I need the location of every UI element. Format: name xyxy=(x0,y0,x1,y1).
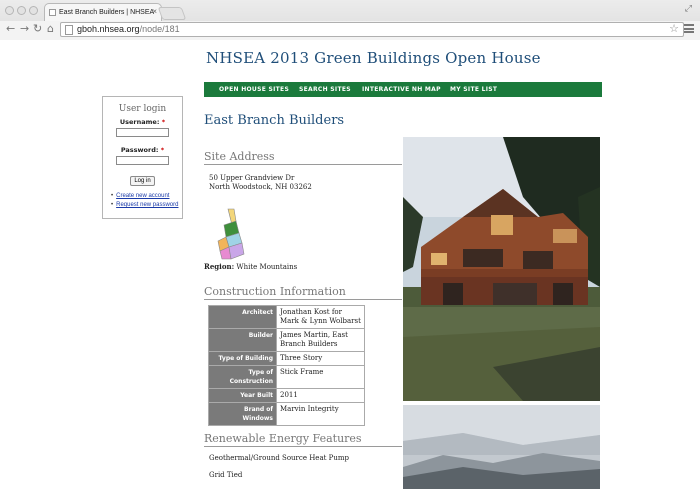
region-line: Region: White Mountains xyxy=(204,262,298,271)
site-title[interactable]: NHSEA 2013 Green Buildings Open House xyxy=(206,49,541,67)
username-input[interactable] xyxy=(116,128,169,137)
browser-menu-icon[interactable] xyxy=(684,24,694,33)
zoom-window-icon[interactable] xyxy=(29,6,38,15)
table-row: Builder James Martin, East Branch Builder… xyxy=(208,328,365,352)
renewable-heading: Renewable Energy Features xyxy=(204,432,402,447)
tab-title: East Branch Builders | NHSEA xyxy=(59,9,155,16)
nh-region-map-icon[interactable] xyxy=(214,207,248,261)
table-row: Type of Construction Stick Frame xyxy=(208,365,365,389)
nav-my-site-list[interactable]: MY SITE LIST xyxy=(450,86,497,93)
password-input[interactable] xyxy=(116,156,169,165)
tab-close-icon[interactable]: × xyxy=(152,7,157,16)
table-row: Brand of Windows Marvin Integrity xyxy=(208,402,365,426)
fullscreen-icon[interactable]: ⤢ xyxy=(685,4,692,14)
nav-interactive-nh-map[interactable]: INTERACTIVE NH MAP xyxy=(362,86,441,93)
login-button[interactable]: Log in xyxy=(130,176,155,186)
url-path: /node/181 xyxy=(139,24,180,34)
construction-table: Architect Jonathan Kost for Mark & Lynn W… xyxy=(208,305,365,426)
table-row: Architect Jonathan Kost for Mark & Lynn W… xyxy=(208,305,365,329)
address-line-2: North Woodstock, NH 03262 xyxy=(209,183,312,191)
table-row: Type of Building Three Story xyxy=(208,351,365,366)
close-window-icon[interactable] xyxy=(5,6,14,15)
page-icon xyxy=(65,25,73,35)
login-title: User login xyxy=(118,104,167,114)
forward-arrow-icon[interactable]: → xyxy=(20,22,29,35)
nav-search-sites[interactable]: SEARCH SITES xyxy=(299,86,351,93)
bookmark-star-icon[interactable]: ☆ xyxy=(669,22,679,35)
region-value: White Mountains xyxy=(236,263,298,271)
url-host: gboh.nhsea.org xyxy=(77,24,140,34)
reload-icon[interactable]: ↻ xyxy=(33,22,42,35)
request-password-link[interactable]: Request new password xyxy=(111,201,182,210)
user-login-block: User login Username: * Password: * Log i… xyxy=(102,96,183,219)
favicon-icon xyxy=(49,9,56,16)
table-row: Year Built 2011 xyxy=(208,388,365,403)
new-tab-button[interactable] xyxy=(157,7,187,20)
browser-toolbar: ← → ↻ ⌂ gboh.nhsea.org/node/181 ☆ xyxy=(0,21,700,40)
home-icon[interactable]: ⌂ xyxy=(47,22,54,35)
construction-heading: Construction Information xyxy=(204,285,402,300)
minimize-window-icon[interactable] xyxy=(17,6,26,15)
renewable-item: Grid Tied xyxy=(209,471,243,479)
renewable-item: Geothermal/Ground Source Heat Pump xyxy=(209,454,349,462)
address-bar[interactable]: gboh.nhsea.org/node/181 ☆ xyxy=(60,22,684,37)
username-label: Username: * xyxy=(119,118,166,126)
main-nav: OPEN HOUSE SITES SEARCH SITES INTERACTIV… xyxy=(204,82,602,97)
browser-chrome: East Branch Builders | NHSEA × ⤢ ← → ↻ ⌂… xyxy=(0,0,700,40)
back-arrow-icon[interactable]: ← xyxy=(6,22,15,35)
landscape-photo[interactable] xyxy=(403,405,600,489)
house-photo[interactable] xyxy=(403,137,600,401)
nav-open-house-sites[interactable]: OPEN HOUSE SITES xyxy=(219,86,289,93)
password-label: Password: * xyxy=(120,146,165,154)
site-address-heading: Site Address xyxy=(204,150,402,165)
create-account-link[interactable]: Create new account xyxy=(111,192,182,201)
page-title: East Branch Builders xyxy=(204,113,345,128)
browser-tab[interactable]: East Branch Builders | NHSEA × xyxy=(44,3,162,21)
